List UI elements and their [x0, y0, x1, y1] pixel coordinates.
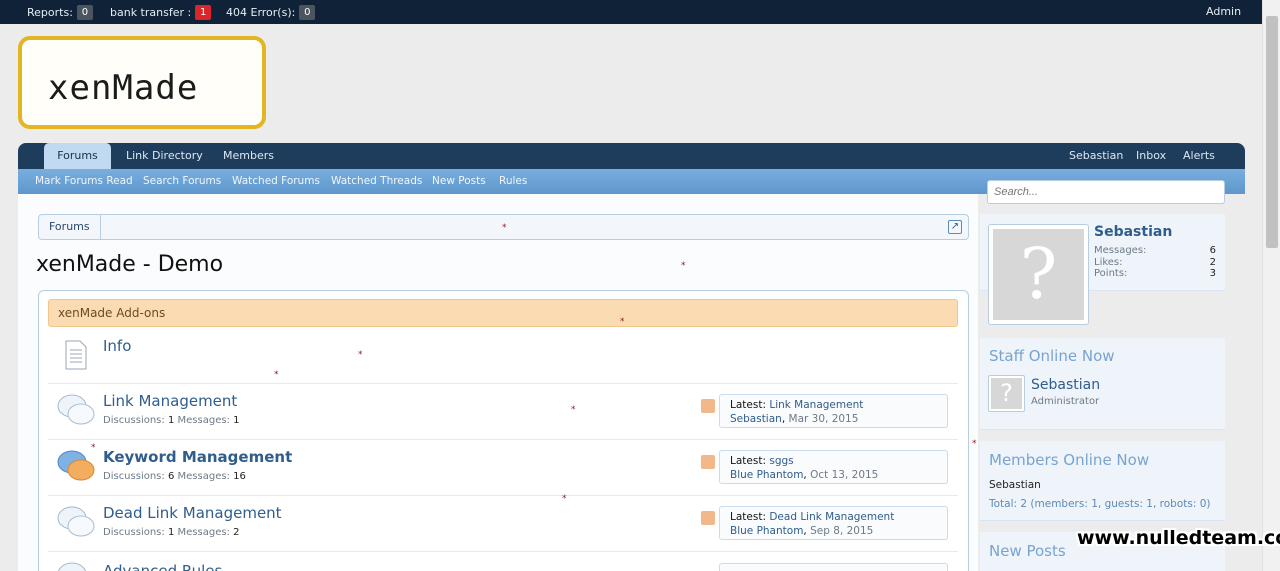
forum-read-icon [57, 394, 95, 425]
snowflake-decoration: * [274, 370, 279, 380]
admin-bar: Reports: 0 bank transfer : 1 404 Error(s… [0, 0, 1262, 24]
forum-node-link-management: Link Management Discussions: 1 Messages:… [48, 384, 958, 440]
rss-icon[interactable] [701, 399, 715, 413]
forum-title-dead-link-management[interactable]: Dead Link Management [103, 504, 282, 522]
latest-date: Sep 8, 2015 [810, 525, 874, 537]
latest-user-link[interactable]: Blue Phantom [730, 469, 803, 481]
forum-stats: Discussions: 6 Messages: 16 [103, 471, 246, 482]
forum-node-info: Info [48, 328, 958, 384]
rss-icon[interactable] [701, 455, 715, 469]
latest-user-link[interactable]: Sebastian [730, 413, 782, 425]
tab-forums[interactable]: Forums [44, 143, 111, 171]
snowflake-decoration: * [620, 317, 625, 327]
errors-label: 404 Error(s): [226, 6, 296, 19]
reports-count-badge: 0 [76, 5, 93, 20]
visitor-name[interactable]: Sebastian [1094, 224, 1172, 240]
latest-user-link[interactable]: Blue Phantom [730, 525, 803, 537]
members-online-heading[interactable]: Members Online Now [989, 451, 1149, 469]
new-posts-heading[interactable]: New Posts [989, 542, 1066, 560]
forum-title-keyword-management[interactable]: Keyword Management [103, 448, 292, 466]
subnav-new-posts[interactable]: New Posts [432, 175, 486, 187]
online-member-link[interactable]: Sebastian [989, 479, 1041, 491]
staff-role: Administrator [1031, 396, 1100, 407]
category-header[interactable]: xenMade Add-ons [48, 299, 958, 327]
search-input[interactable] [987, 180, 1225, 204]
visitor-avatar[interactable]: ? [988, 224, 1089, 325]
tab-members[interactable]: Members [223, 143, 274, 169]
forum-node-dead-link-management: Dead Link Management Discussions: 1 Mess… [48, 496, 958, 552]
visitor-stats: Messages: 6 Likes: 2 Points: 3 [1094, 245, 1216, 279]
latest-date: Mar 30, 2015 [788, 413, 859, 425]
breadcrumb-item-forums[interactable]: Forums [39, 215, 101, 239]
bank-transfer-link[interactable]: bank transfer : 1 [110, 5, 212, 20]
snowflake-decoration: * [571, 405, 576, 415]
snowflake-decoration: * [91, 443, 96, 453]
forum-title-info[interactable]: Info [103, 337, 131, 355]
snowflake-decoration: * [681, 261, 686, 271]
errors-link[interactable]: 404 Error(s): 0 [226, 5, 316, 20]
page-title: xenMade - Demo [36, 252, 224, 277]
latest-date: Oct 13, 2015 [810, 469, 879, 481]
expand-icon[interactable]: ↗ [948, 220, 962, 234]
watermark: www.nulledteam.com [1077, 527, 1280, 549]
forum-title-link-management[interactable]: Link Management [103, 392, 237, 410]
forum-read-icon [58, 562, 86, 571]
nav-inbox-link[interactable]: Inbox [1136, 143, 1166, 169]
staff-online-heading[interactable]: Staff Online Now [989, 347, 1115, 365]
nav-user-link[interactable]: Sebastian [1069, 143, 1123, 169]
snowflake-decoration: * [562, 494, 567, 504]
subnav-search-forums[interactable]: Search Forums [143, 175, 221, 187]
forum-title-advanced-rules[interactable]: Advanced Rules [103, 562, 222, 571]
nav-alerts-link[interactable]: Alerts [1183, 143, 1215, 169]
errors-count-badge: 0 [299, 5, 316, 20]
logo-text: xenMade [48, 68, 199, 108]
forum-stats: Discussions: 1 Messages: 2 [103, 527, 240, 538]
forum-stats: Discussions: 1 Messages: 1 [103, 415, 240, 426]
rss-icon[interactable] [701, 511, 715, 525]
reports-label: Reports: [27, 6, 73, 19]
bank-transfer-count-badge: 1 [195, 5, 212, 20]
latest-thread-link[interactable]: Dead Link Management [769, 511, 894, 523]
site-logo[interactable]: xenMade [18, 36, 266, 129]
latest-post-box: Latest: sggs Blue Phantom, Oct 13, 2015 [719, 450, 948, 484]
subnav-mark-forums-read[interactable]: Mark Forums Read [35, 175, 133, 187]
subnav-rules[interactable]: Rules [499, 175, 527, 187]
snowflake-decoration: * [502, 223, 507, 233]
latest-post-box: Latest: Link Management Sebastian, Mar 3… [719, 394, 948, 428]
tab-link-directory[interactable]: Link Directory [126, 143, 203, 169]
admin-link[interactable]: Admin [1206, 5, 1241, 18]
staff-name[interactable]: Sebastian [1031, 377, 1100, 393]
snowflake-decoration: * [972, 439, 977, 449]
latest-post-box [719, 563, 948, 571]
subnav-watched-forums[interactable]: Watched Forums [232, 175, 320, 187]
staff-avatar[interactable]: ? [988, 375, 1025, 412]
subnav-watched-threads[interactable]: Watched Threads [331, 175, 422, 187]
scrollbar-thumb[interactable] [1266, 16, 1278, 248]
forum-unread-icon [57, 450, 95, 481]
forum-node-advanced-rules: Advanced Rules [48, 552, 958, 571]
bank-transfer-label: bank transfer : [110, 6, 192, 19]
main-navigation: Forums Link Directory Members Sebastian … [18, 143, 1245, 171]
reports-link[interactable]: Reports: 0 [27, 5, 93, 20]
snowflake-decoration: * [358, 350, 363, 360]
online-total: Total: 2 (members: 1, guests: 1, robots:… [989, 498, 1211, 510]
forum-read-icon [57, 506, 95, 537]
forum-node-keyword-management: Keyword Management Discussions: 6 Messag… [48, 440, 958, 496]
latest-thread-link[interactable]: sggs [769, 455, 793, 467]
latest-post-box: Latest: Dead Link Management Blue Phanto… [719, 506, 948, 540]
page-icon [65, 340, 87, 370]
latest-thread-link[interactable]: Link Management [769, 399, 863, 411]
page-scrollbar[interactable] [1262, 0, 1280, 571]
